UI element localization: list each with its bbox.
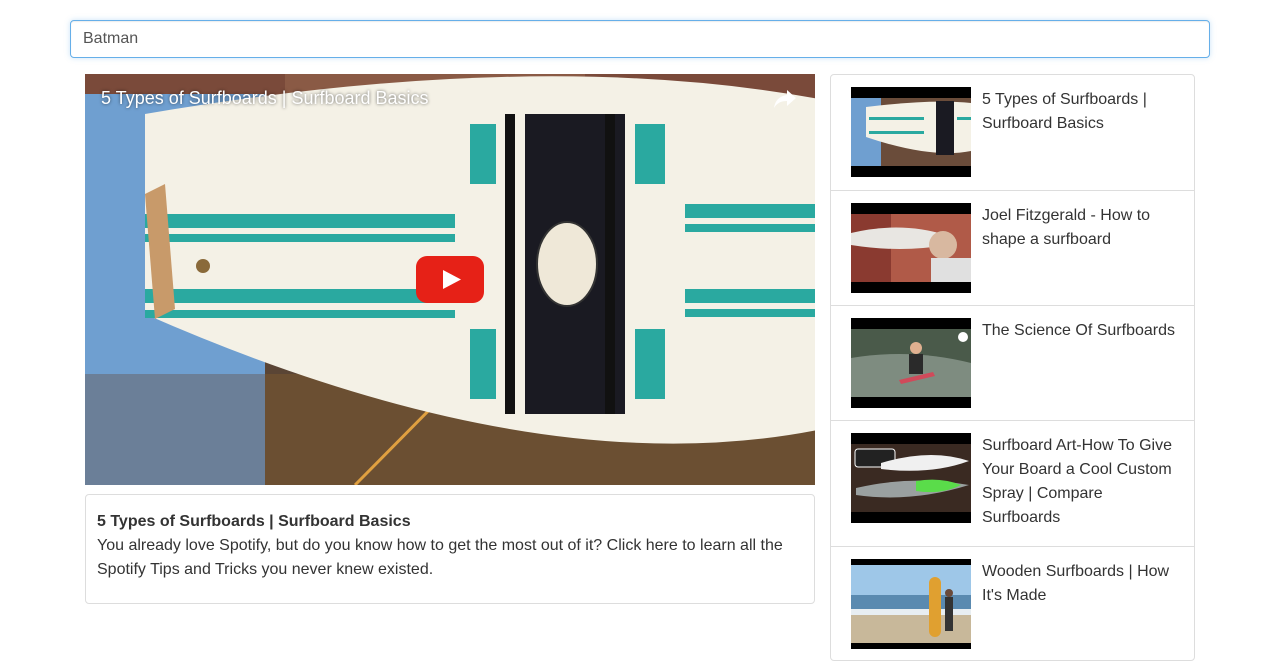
video-title: 5 Types of Surfboards | Surfboard Basics	[101, 88, 429, 108]
list-item[interactable]: 5 Types of Surfboards | Surfboard Basics	[831, 75, 1194, 191]
list-item-title: 5 Types of Surfboards | Surfboard Basics	[982, 91, 1147, 132]
video-thumbnail	[851, 433, 971, 523]
list-item[interactable]: Surfboard Art-How To Give Your Board a C…	[831, 421, 1194, 547]
list-item[interactable]: Joel Fitzgerald - How to shape a surfboa…	[831, 191, 1194, 306]
youtube-play-icon[interactable]	[416, 256, 484, 303]
detail-description: You already love Spotify, but do you kno…	[97, 537, 783, 578]
video-list: 5 Types of Surfboards | Surfboard Basics…	[830, 74, 1195, 661]
share-icon[interactable]	[773, 88, 797, 110]
video-thumbnail	[851, 87, 971, 177]
list-item-title: Surfboard Art-How To Give Your Board a C…	[982, 437, 1173, 526]
search-bar	[70, 20, 1210, 58]
list-item-title: Joel Fitzgerald - How to shape a surfboa…	[982, 207, 1151, 248]
detail-title: 5 Types of Surfboards | Surfboard Basics	[97, 513, 411, 530]
list-item[interactable]: Wooden Surfboards | How It's Made	[831, 547, 1194, 660]
video-detail: 5 Types of Surfboards | Surfboard Basics…	[85, 494, 815, 604]
list-item[interactable]: The Science Of Surfboards	[831, 306, 1194, 421]
video-thumbnail	[851, 203, 971, 293]
video-thumbnail	[851, 559, 971, 649]
list-item-title: The Science Of Surfboards	[982, 322, 1175, 339]
video-thumbnail	[851, 318, 971, 408]
search-input[interactable]	[70, 20, 1210, 58]
video-player[interactable]: 5 Types of Surfboards | Surfboard Basics	[85, 74, 815, 485]
list-item-title: Wooden Surfboards | How It's Made	[982, 563, 1170, 604]
